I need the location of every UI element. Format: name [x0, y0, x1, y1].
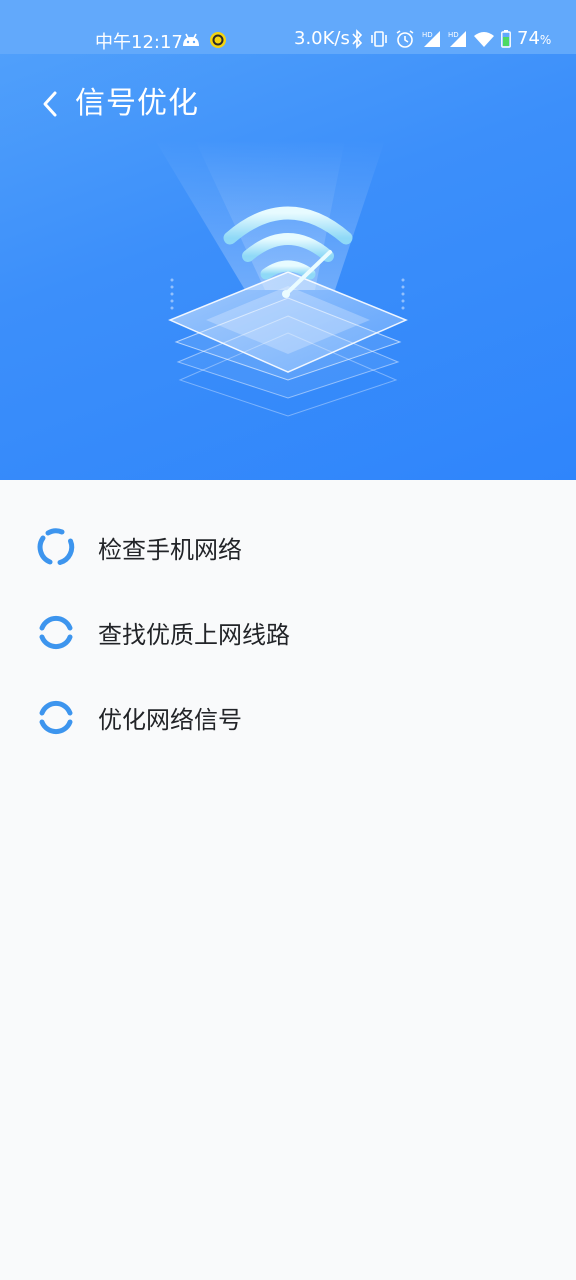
network-speed: 3.0K/s — [294, 28, 350, 49]
hd-signal-icon: HD — [422, 31, 440, 47]
alarm-icon — [396, 30, 414, 48]
wifi-signal-platform-illustration — [155, 140, 408, 417]
notification-ring-icon — [210, 32, 226, 48]
android-icon — [183, 33, 199, 46]
step-item: 检查手机网络 — [36, 525, 242, 569]
step-item: 查找优质上网线路 — [36, 610, 290, 654]
status-right-icons: HD HD — [351, 29, 511, 49]
loading-spinner-icon — [37, 528, 75, 565]
svg-text:HD: HD — [422, 31, 433, 39]
loading-spinner-icon — [39, 700, 73, 735]
step-label: 查找优质上网线路 — [98, 620, 290, 649]
loading-spinner-icon — [39, 615, 73, 650]
step-label: 优化网络信号 — [98, 705, 242, 734]
step-item: 优化网络信号 — [36, 695, 242, 739]
battery-percent: 74% — [517, 28, 552, 49]
status-bar: 中午12:17 3.0K/s HD HD 74% — [0, 0, 576, 54]
svg-text:HD: HD — [448, 31, 459, 39]
vibrate-icon — [371, 31, 387, 47]
page-title: 信号优化 — [75, 86, 199, 121]
battery-icon — [501, 30, 511, 48]
wifi-icon — [474, 32, 494, 47]
hero-banner: 中午12:17 3.0K/s HD HD 74% 信号优化 — [0, 0, 576, 480]
chevron-left-icon — [43, 91, 57, 117]
status-left-icons — [181, 31, 227, 49]
step-label: 检查手机网络 — [98, 535, 242, 564]
bluetooth-icon — [352, 29, 363, 49]
back-button[interactable] — [30, 82, 70, 126]
status-time: 中午12:17 — [95, 32, 183, 53]
hd-signal-icon: HD — [448, 31, 466, 47]
